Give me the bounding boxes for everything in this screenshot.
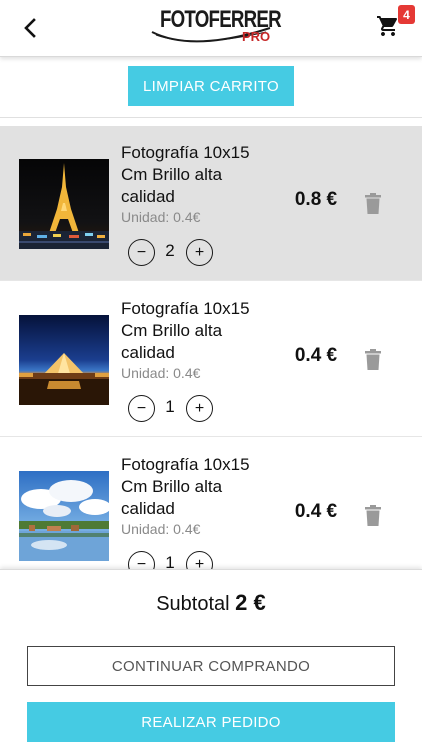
cart-item[interactable]: Fotografía 10x15 Cm Brillo alta calidad …	[0, 282, 422, 437]
unit-price: Unidad: 0.4€	[121, 521, 201, 537]
product-name: Fotografía 10x15 Cm Brillo alta calidad	[121, 455, 250, 518]
cart-icon	[377, 16, 398, 36]
subtotal-label: Subtotal	[156, 593, 236, 615]
cart-item-list[interactable]: Fotografía 10x15 Cm Brillo alta calidad …	[0, 117, 422, 569]
increase-quantity-button[interactable]: +	[186, 551, 213, 569]
louvre-pyramid-photo	[19, 315, 109, 405]
cart-count-badge: 4	[398, 5, 415, 24]
product-thumbnail	[19, 159, 109, 249]
item-total-price: 0.4 €	[294, 345, 338, 366]
trash-icon[interactable]	[363, 193, 383, 215]
place-order-button[interactable]: REALIZAR PEDIDO	[27, 702, 395, 742]
quantity-value: 1	[165, 397, 175, 416]
plus-icon: +	[194, 243, 205, 261]
product-name: Fotografía 10x15 Cm Brillo alta calidad	[121, 143, 250, 206]
cart-footer: Subtotal 2 € CONTINUAR COMPRANDO REALIZA…	[0, 569, 422, 750]
plus-icon: +	[194, 555, 205, 570]
subtotal-value: 2 €	[235, 590, 266, 615]
trash-icon[interactable]	[363, 349, 383, 371]
brand-logo: FOTOFERRER PRO	[150, 4, 282, 50]
minus-icon: −	[136, 399, 147, 417]
unit-price: Unidad: 0.4€	[121, 365, 201, 381]
subtotal: Subtotal 2 €	[0, 590, 422, 616]
increase-quantity-button[interactable]: +	[186, 395, 213, 422]
minus-icon: −	[136, 243, 147, 261]
item-total-price: 0.4 €	[294, 501, 338, 522]
decrease-quantity-button[interactable]: −	[128, 395, 155, 422]
plus-icon: +	[194, 399, 205, 417]
minus-icon: −	[136, 555, 147, 570]
garden-sky-photo	[19, 471, 109, 561]
decrease-quantity-button[interactable]: −	[128, 239, 155, 266]
chevron-left-icon	[24, 18, 36, 38]
product-name: Fotografía 10x15 Cm Brillo alta calidad	[121, 299, 250, 362]
eiffel-tower-photo	[19, 159, 109, 249]
continue-shopping-button[interactable]: CONTINUAR COMPRANDO	[27, 646, 395, 686]
product-thumbnail	[19, 315, 109, 405]
unit-price: Unidad: 0.4€	[121, 209, 201, 225]
product-thumbnail	[19, 471, 109, 561]
logo-pro-text: PRO	[242, 29, 271, 44]
clear-cart-button[interactable]: LIMPIAR CARRITO	[128, 66, 294, 106]
item-total-price: 0.8 €	[294, 189, 338, 210]
quantity-value: 1	[165, 553, 175, 569]
decrease-quantity-button[interactable]: −	[128, 551, 155, 569]
cart-item[interactable]: Fotografía 10x15 Cm Brillo alta calidad …	[0, 126, 422, 281]
increase-quantity-button[interactable]: +	[186, 239, 213, 266]
app-header: FOTOFERRER PRO 4	[0, 0, 422, 57]
trash-icon[interactable]	[363, 505, 383, 527]
cart-toolbar: LIMPIAR CARRITO	[0, 57, 422, 117]
back-button[interactable]	[14, 12, 46, 44]
cart-item[interactable]: Fotografía 10x15 Cm Brillo alta calidad …	[0, 438, 422, 569]
quantity-value: 2	[165, 241, 175, 260]
